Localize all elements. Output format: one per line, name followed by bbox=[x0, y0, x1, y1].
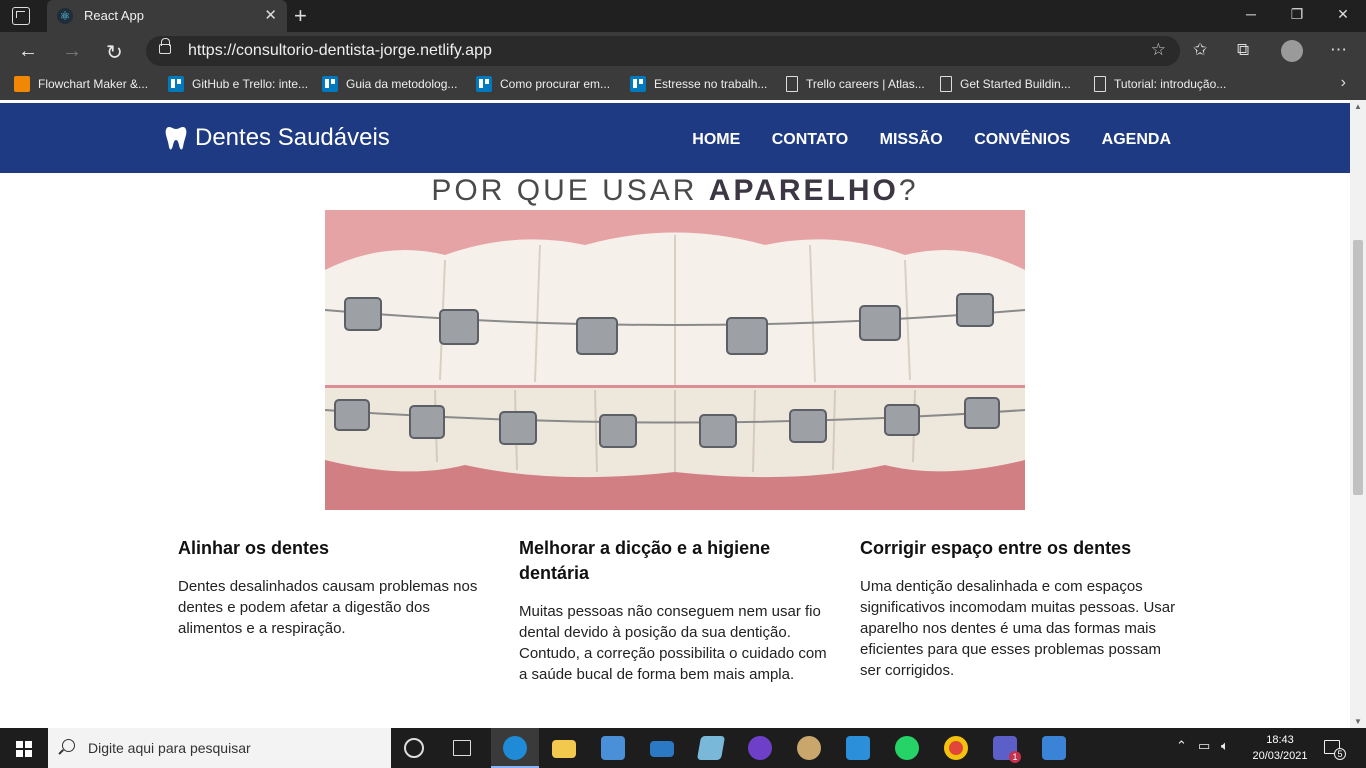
paint-icon[interactable] bbox=[797, 736, 821, 760]
lock-icon[interactable] bbox=[159, 38, 171, 54]
chrome-icon[interactable] bbox=[944, 736, 968, 760]
scroll-down-icon[interactable]: ▼ bbox=[1354, 717, 1362, 726]
nav-convenios[interactable]: CONVÊNIOS bbox=[974, 131, 1070, 149]
chevron-right-icon[interactable]: › bbox=[1341, 74, 1346, 92]
react-icon: ⚛ bbox=[57, 8, 73, 24]
page-icon bbox=[940, 76, 952, 92]
card-title: Corrigir espaço entre os dentes bbox=[860, 538, 1132, 558]
section-title: POR QUE USAR APARELHO? bbox=[431, 174, 919, 207]
card-text: Muitas pessoas não conseguem nem usar fi… bbox=[519, 603, 827, 683]
browser-toolbar: ← → ↻ https://consultorio-dentista-jorge… bbox=[0, 32, 1366, 70]
card-title: Alinhar os dentes bbox=[178, 538, 330, 558]
network-icon[interactable]: ▭ bbox=[1198, 738, 1210, 754]
tab-actions-icon[interactable] bbox=[12, 7, 30, 25]
store-icon[interactable] bbox=[601, 736, 625, 760]
back-icon[interactable]: ← bbox=[18, 40, 38, 63]
favorites-icon[interactable]: ✩ bbox=[1193, 40, 1207, 60]
more-menu-icon[interactable]: ⋯ bbox=[1330, 40, 1347, 60]
bookmark-item[interactable]: Como procurar em... bbox=[476, 76, 610, 94]
bookmark-item[interactable]: Tutorial: introdução... bbox=[1094, 76, 1226, 94]
page-scrollbar[interactable]: ▲ ▼ bbox=[1350, 100, 1366, 728]
flowchart-icon bbox=[14, 76, 30, 92]
main-nav: HOME CONTATO MISSÃO CONVÊNIOS AGENDA bbox=[665, 131, 1171, 149]
bookmark-item[interactable]: Flowchart Maker &... bbox=[14, 76, 148, 94]
bookmark-item[interactable]: Estresse no trabalh... bbox=[630, 76, 767, 94]
nav-missao[interactable]: MISSÃO bbox=[880, 131, 943, 149]
add-favorite-icon[interactable]: ☆ bbox=[1151, 40, 1166, 60]
card-title: Melhorar a dicção e a higiene dentária bbox=[519, 538, 771, 583]
taskbar: Digite aqui para pesquisar 1 ⌃ ▭ 🔈︎ 18:4… bbox=[0, 728, 1366, 768]
browser-tab[interactable]: ⚛ React App ✕ bbox=[47, 0, 287, 32]
scroll-up-icon[interactable]: ▲ bbox=[1354, 102, 1362, 111]
benefit-card: Melhorar a dicção e a higiene dentária M… bbox=[519, 536, 839, 685]
trello-icon bbox=[168, 76, 184, 92]
scroll-thumb[interactable] bbox=[1353, 240, 1363, 495]
notes-icon[interactable] bbox=[696, 736, 726, 760]
refresh-icon[interactable]: ↻ bbox=[106, 40, 123, 65]
nav-home[interactable]: HOME bbox=[692, 131, 740, 149]
bookmark-item[interactable]: Trello careers | Atlas... bbox=[786, 76, 925, 94]
url-text[interactable]: https://consultorio-dentista-jorge.netli… bbox=[188, 42, 492, 60]
windows-start-icon[interactable] bbox=[16, 741, 32, 757]
address-bar[interactable]: https://consultorio-dentista-jorge.netli… bbox=[146, 36, 1180, 66]
task-view-icon[interactable] bbox=[453, 740, 471, 756]
nav-contato[interactable]: CONTATO bbox=[772, 131, 848, 149]
forward-icon[interactable]: → bbox=[62, 40, 82, 63]
github-icon[interactable] bbox=[748, 736, 772, 760]
teams-badge: 1 bbox=[1009, 751, 1021, 763]
benefit-card: Alinhar os dentes Dentes desalinhados ca… bbox=[178, 536, 498, 639]
nav-agenda[interactable]: AGENDA bbox=[1102, 131, 1171, 149]
bookmark-item[interactable]: Guia da metodolog... bbox=[322, 76, 457, 94]
notifications-icon[interactable]: 5 bbox=[1324, 740, 1346, 760]
clock-date: 20/03/2021 bbox=[1252, 750, 1308, 762]
brand[interactable]: Dentes Saudáveis bbox=[165, 124, 390, 152]
volume-icon[interactable]: 🔈︎ bbox=[1221, 738, 1229, 754]
edge-icon[interactable] bbox=[503, 736, 527, 760]
trello-icon bbox=[476, 76, 492, 92]
trello-icon bbox=[322, 76, 338, 92]
close-window-icon[interactable]: ✕ bbox=[1320, 6, 1366, 23]
page-icon bbox=[1094, 76, 1106, 92]
profile-avatar[interactable] bbox=[1281, 40, 1303, 62]
bookmark-item[interactable]: GitHub e Trello: inte... bbox=[168, 76, 308, 94]
notification-count: 5 bbox=[1334, 748, 1346, 760]
tab-title: React App bbox=[84, 8, 144, 23]
bookmark-item[interactable]: Get Started Buildin... bbox=[940, 76, 1071, 94]
braces-photo bbox=[325, 210, 1025, 510]
restore-icon[interactable]: ❐ bbox=[1274, 6, 1320, 23]
site-header: Dentes Saudáveis HOME CONTATO MISSÃO CON… bbox=[0, 103, 1350, 173]
trello-icon bbox=[630, 76, 646, 92]
file-explorer-icon[interactable] bbox=[552, 740, 576, 758]
card-text: Uma dentição desalinhada e com espaços s… bbox=[860, 578, 1176, 679]
vscode-icon[interactable] bbox=[846, 736, 870, 760]
brand-name: Dentes Saudáveis bbox=[195, 124, 390, 151]
taskbar-search[interactable]: Digite aqui para pesquisar bbox=[48, 728, 391, 768]
bookmarks-bar: Flowchart Maker &... GitHub e Trello: in… bbox=[0, 70, 1366, 100]
page-viewport: Dentes Saudáveis HOME CONTATO MISSÃO CON… bbox=[0, 100, 1366, 728]
chevron-up-icon[interactable]: ⌃ bbox=[1176, 738, 1187, 754]
tooth-icon bbox=[165, 127, 187, 150]
cortana-icon[interactable] bbox=[404, 738, 424, 758]
new-tab-icon[interactable]: + bbox=[294, 3, 307, 29]
page-icon bbox=[786, 76, 798, 92]
whatsapp-icon[interactable] bbox=[895, 736, 919, 760]
benefit-card: Corrigir espaço entre os dentes Uma dent… bbox=[860, 536, 1180, 681]
browser-tab-bar: ⚛ React App ✕ + ─ ❐ ✕ bbox=[0, 0, 1366, 32]
photos-icon[interactable] bbox=[1042, 736, 1066, 760]
teams-icon[interactable]: 1 bbox=[993, 736, 1021, 763]
search-placeholder: Digite aqui para pesquisar bbox=[88, 740, 251, 756]
clock-time: 18:43 bbox=[1266, 734, 1294, 746]
search-icon bbox=[62, 739, 75, 752]
card-text: Dentes desalinhados causam problemas nos… bbox=[178, 578, 478, 637]
system-clock[interactable]: 18:43 20/03/2021 bbox=[1250, 732, 1310, 764]
close-tab-icon[interactable]: ✕ bbox=[264, 6, 277, 24]
minimize-icon[interactable]: ─ bbox=[1228, 6, 1274, 22]
mail-icon[interactable] bbox=[650, 741, 674, 757]
collections-icon[interactable]: ⧉ bbox=[1237, 40, 1249, 60]
